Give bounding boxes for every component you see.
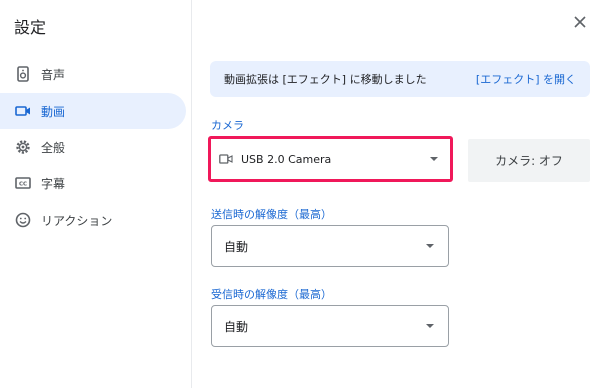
receive-resolution-label: 受信時の解像度（最高） bbox=[211, 288, 332, 301]
banner-text: 動画拡張は [エフェクト] に移動しました bbox=[224, 73, 427, 86]
camera-select-value: USB 2.0 Camera bbox=[241, 152, 332, 166]
settings-sidebar: 設定 音声 動画 全般 CC 字幕 リアクション bbox=[0, 0, 192, 388]
page-title: 設定 bbox=[14, 18, 47, 37]
video-camera-icon bbox=[219, 151, 235, 167]
open-effects-link[interactable]: [エフェクト] を開く bbox=[476, 71, 576, 87]
sidebar-item-label: 音声 bbox=[41, 67, 66, 82]
smiley-icon bbox=[14, 211, 32, 229]
receive-resolution-value: 自動 bbox=[224, 319, 249, 334]
sidebar-item-audio[interactable]: 音声 bbox=[0, 56, 186, 92]
send-resolution-label: 送信時の解像度（最高） bbox=[211, 208, 332, 221]
closed-caption-icon: CC bbox=[14, 174, 32, 192]
close-icon bbox=[574, 16, 586, 28]
video-camera-icon bbox=[14, 102, 32, 120]
sidebar-item-captions[interactable]: CC 字幕 bbox=[0, 165, 186, 201]
speaker-icon bbox=[14, 65, 32, 83]
sidebar-item-label: 全般 bbox=[41, 140, 66, 155]
chevron-down-icon bbox=[426, 244, 434, 248]
gear-icon bbox=[14, 138, 32, 156]
sidebar-item-label: 動画 bbox=[41, 104, 66, 119]
camera-label: カメラ bbox=[211, 119, 244, 132]
sidebar-item-general[interactable]: 全般 bbox=[0, 129, 186, 165]
send-resolution-value: 自動 bbox=[224, 239, 249, 254]
chevron-down-icon bbox=[430, 157, 438, 161]
sidebar-item-video[interactable]: 動画 bbox=[0, 93, 186, 129]
receive-resolution-select[interactable]: 自動 bbox=[211, 305, 449, 347]
send-resolution-select[interactable]: 自動 bbox=[211, 225, 449, 267]
sidebar-item-label: 字幕 bbox=[41, 176, 66, 191]
svg-text:CC: CC bbox=[19, 182, 27, 188]
sidebar-item-reactions[interactable]: リアクション bbox=[0, 202, 186, 238]
close-button[interactable] bbox=[570, 12, 590, 32]
camera-select[interactable]: USB 2.0 Camera bbox=[211, 139, 450, 179]
sidebar-item-label: リアクション bbox=[41, 213, 113, 228]
info-banner: 動画拡張は [エフェクト] に移動しました [エフェクト] を開く bbox=[210, 61, 590, 97]
chevron-down-icon bbox=[426, 324, 434, 328]
camera-toggle-button[interactable]: カメラ: オフ bbox=[468, 139, 590, 182]
